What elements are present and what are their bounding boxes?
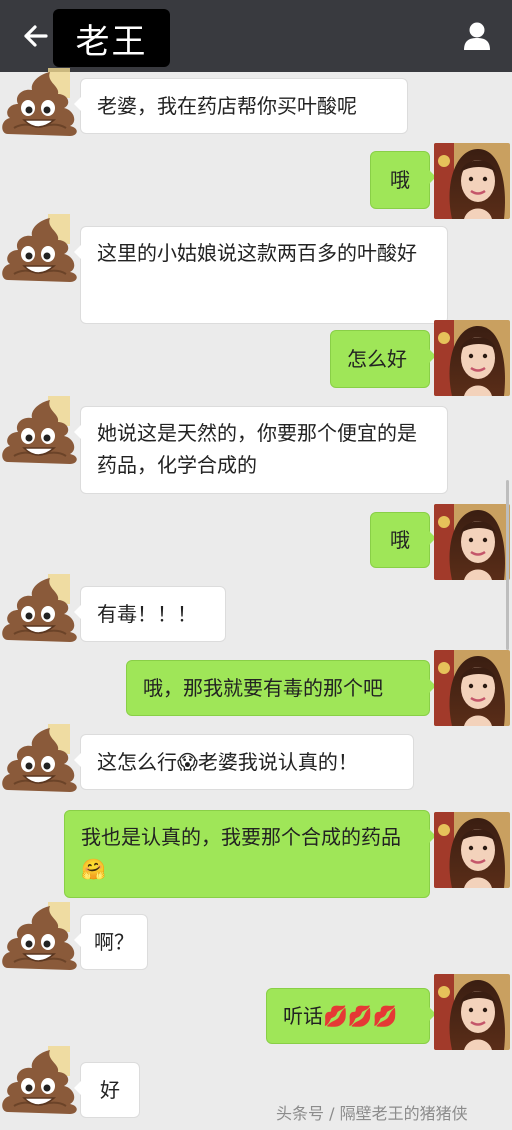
user-avatar[interactable] xyxy=(434,320,510,396)
message-text: 这里的小姑娘说这款两百多的叶酸好 xyxy=(97,241,417,265)
chat-header: 老王 xyxy=(0,0,512,72)
user-avatar[interactable] xyxy=(434,974,510,1050)
incoming-message-bubble[interactable]: 啊？ xyxy=(74,914,148,970)
poop-emoji-avatar[interactable] xyxy=(0,210,80,286)
message-text: 哦 xyxy=(390,528,410,552)
message-text: 怎么好 xyxy=(347,347,407,371)
poop-emoji-avatar[interactable] xyxy=(0,392,80,468)
chat-title: 老王 xyxy=(53,9,170,67)
poop-emoji-avatar[interactable] xyxy=(0,1042,80,1118)
message-text: 这怎么行😱老婆我说认真的！ xyxy=(97,750,358,774)
user-avatar[interactable] xyxy=(434,650,510,726)
user-avatar[interactable] xyxy=(434,504,510,580)
message-text: 有毒！！！ xyxy=(97,602,197,626)
poop-emoji-avatar[interactable] xyxy=(0,720,80,796)
person-icon xyxy=(464,22,490,50)
chat-title-text: 老王 xyxy=(75,21,148,62)
scrollbar[interactable] xyxy=(506,480,509,650)
message-text: 老婆，我在药店帮你买叶酸呢 xyxy=(97,94,357,118)
message-text: 听话💋💋💋 xyxy=(283,1004,398,1028)
poop-emoji-avatar[interactable] xyxy=(0,64,80,140)
incoming-message-bubble[interactable]: 她说这是天然的，你要那个便宜的是药品，化学合成的 xyxy=(74,406,448,494)
back-button[interactable] xyxy=(18,18,52,54)
incoming-message-bubble[interactable]: 这怎么行😱老婆我说认真的！ xyxy=(74,734,414,790)
message-text: 她说这是天然的，你要那个便宜的是药品，化学合成的 xyxy=(97,421,417,477)
arrow-left-icon xyxy=(24,25,48,47)
message-text: 哦，那我就要有毒的那个吧 xyxy=(143,676,383,700)
outgoing-message-bubble[interactable]: 听话💋💋💋 xyxy=(266,988,436,1044)
outgoing-message-bubble[interactable]: 我也是认真的，我要那个合成的药品🤗 xyxy=(64,810,436,898)
poop-emoji-avatar[interactable] xyxy=(0,570,80,646)
message-text: 哦 xyxy=(390,168,410,192)
outgoing-message-bubble[interactable]: 哦，那我就要有毒的那个吧 xyxy=(126,660,436,716)
incoming-message-bubble[interactable]: 有毒！！！ xyxy=(74,586,226,642)
incoming-message-bubble[interactable]: 好 xyxy=(74,1062,140,1118)
incoming-message-bubble[interactable]: 老婆，我在药店帮你买叶酸呢 xyxy=(74,78,408,134)
message-text: 啊？ xyxy=(94,930,134,954)
watermark: 头条号 / 隔壁老王的猪猪侠 xyxy=(276,1104,468,1123)
poop-emoji-avatar[interactable] xyxy=(0,898,80,974)
message-text: 我也是认真的，我要那个合成的药品🤗 xyxy=(81,825,401,881)
incoming-message-bubble[interactable]: 这里的小姑娘说这款两百多的叶酸好 xyxy=(74,226,448,324)
user-avatar[interactable] xyxy=(434,143,510,219)
outgoing-message-bubble[interactable]: 哦 xyxy=(370,151,436,209)
user-avatar[interactable] xyxy=(434,812,510,888)
outgoing-message-bubble[interactable]: 哦 xyxy=(370,512,436,568)
profile-button[interactable] xyxy=(458,18,496,54)
message-text: 好 xyxy=(100,1078,120,1102)
outgoing-message-bubble[interactable]: 怎么好 xyxy=(330,330,436,388)
